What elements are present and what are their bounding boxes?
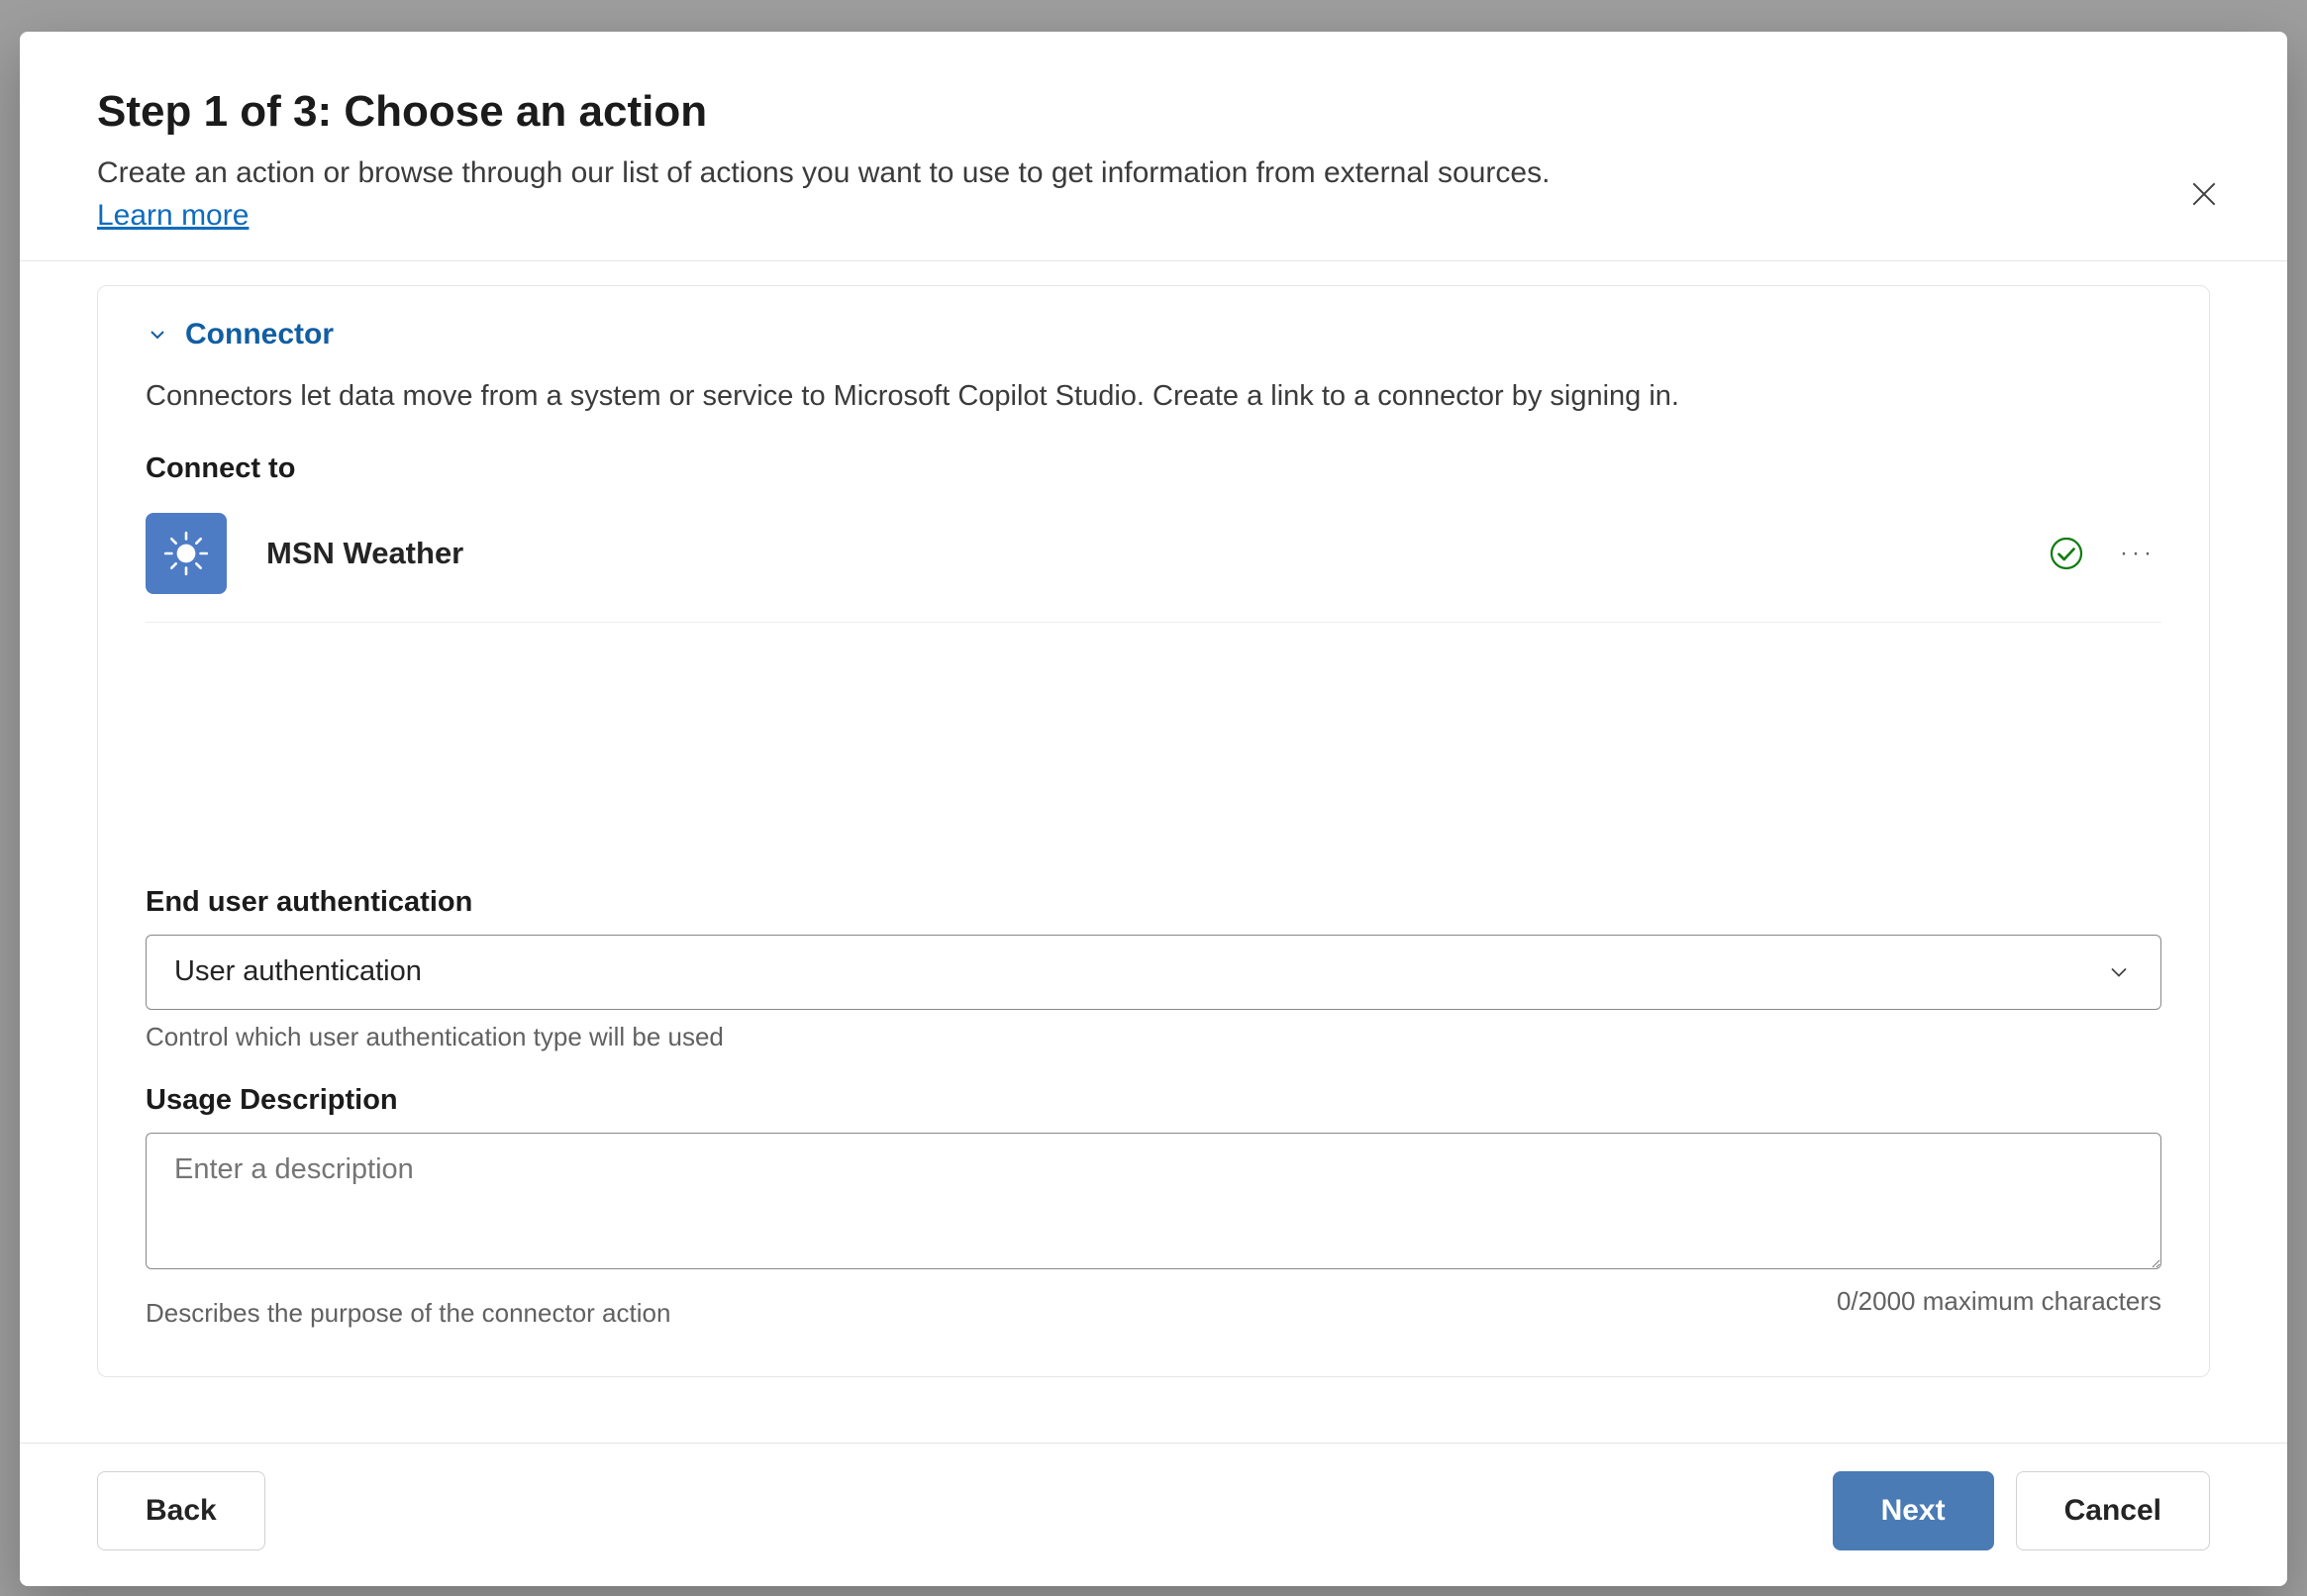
back-button[interactable]: Back bbox=[97, 1471, 265, 1550]
connector-section-toggle[interactable]: Connector bbox=[146, 318, 2161, 351]
auth-select-value: User authentication bbox=[174, 955, 422, 988]
learn-more-link[interactable]: Learn more bbox=[97, 199, 249, 233]
auth-label: End user authentication bbox=[146, 886, 2161, 919]
close-button[interactable] bbox=[2180, 170, 2228, 218]
usage-desc-label: Usage Description bbox=[146, 1084, 2161, 1117]
modal-title: Step 1 of 3: Choose an action bbox=[97, 87, 2210, 137]
auth-select[interactable]: User authentication bbox=[146, 935, 2161, 1010]
connector-name: MSN Weather bbox=[266, 536, 2049, 571]
next-button[interactable]: Next bbox=[1833, 1471, 1994, 1550]
more-options-button[interactable]: ··· bbox=[2114, 530, 2161, 577]
status-success-icon bbox=[2049, 536, 2084, 571]
auth-field: End user authentication User authenticat… bbox=[146, 886, 2161, 1052]
modal-header: Step 1 of 3: Choose an action Create an … bbox=[20, 32, 2287, 261]
usage-desc-charcount: 0/2000 maximum characters bbox=[1837, 1286, 2161, 1329]
connector-item: MSN Weather ··· bbox=[146, 501, 2161, 623]
auth-helper: Control which user authentication type w… bbox=[146, 1022, 2161, 1052]
wizard-modal: Step 1 of 3: Choose an action Create an … bbox=[20, 32, 2287, 1586]
usage-desc-input[interactable] bbox=[146, 1133, 2161, 1269]
modal-subtitle: Create an action or browse through our l… bbox=[97, 150, 2210, 195]
connect-to-label: Connect to bbox=[146, 452, 2161, 485]
connector-section-title: Connector bbox=[185, 318, 334, 351]
usage-desc-helper: Describes the purpose of the connector a… bbox=[146, 1298, 670, 1329]
close-icon bbox=[2188, 178, 2220, 210]
connector-card: Connector Connectors let data move from … bbox=[97, 285, 2210, 1377]
usage-desc-field: Usage Description Describes the purpose … bbox=[146, 1084, 2161, 1329]
chevron-down-icon bbox=[146, 323, 169, 347]
chevron-down-icon bbox=[2105, 958, 2133, 986]
more-horizontal-icon: ··· bbox=[2120, 540, 2156, 567]
connector-logo bbox=[146, 513, 227, 594]
weather-sun-icon bbox=[161, 529, 211, 578]
modal-footer: Back Next Cancel bbox=[20, 1443, 2287, 1586]
cancel-button[interactable]: Cancel bbox=[2016, 1471, 2210, 1550]
modal-body: Connector Connectors let data move from … bbox=[20, 261, 2287, 1443]
connector-description: Connectors let data move from a system o… bbox=[146, 375, 2161, 419]
